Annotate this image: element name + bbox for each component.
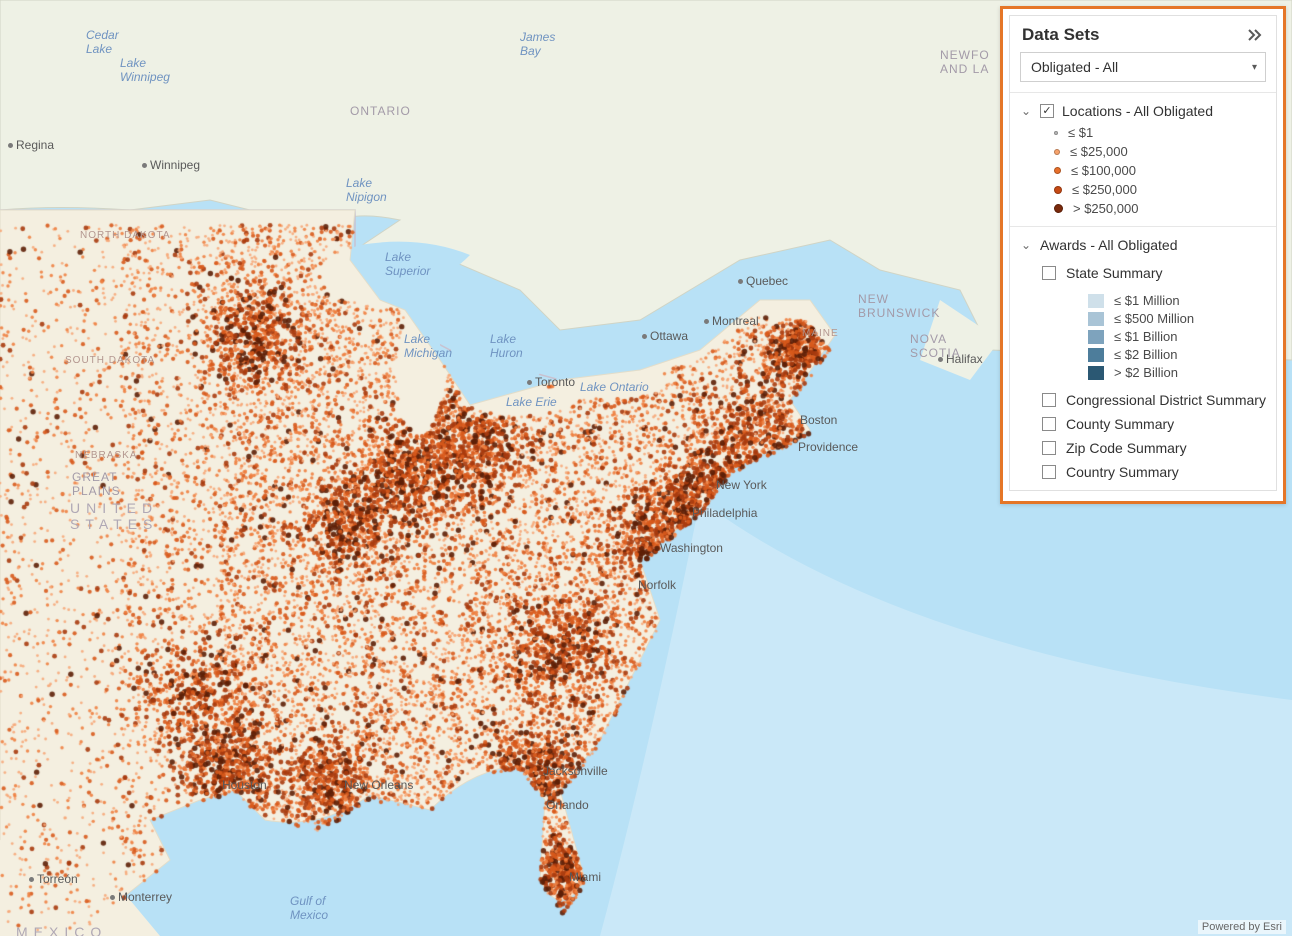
legend-dot-icon bbox=[1054, 149, 1060, 155]
legend-swatch-icon bbox=[1088, 294, 1104, 308]
legend-row: ≤ $1 Billion bbox=[1088, 329, 1266, 344]
legend-dot-icon bbox=[1054, 167, 1061, 174]
locations-checkbox[interactable] bbox=[1040, 104, 1054, 118]
legend-dot-icon bbox=[1054, 204, 1063, 213]
legend-dot-icon bbox=[1054, 186, 1062, 194]
legend-row: > $250,000 bbox=[1054, 201, 1266, 216]
awards-title: Awards - All Obligated bbox=[1040, 237, 1177, 253]
legend-label: ≤ $1 Million bbox=[1114, 293, 1180, 308]
legend-label: ≤ $250,000 bbox=[1072, 182, 1137, 197]
awards-header[interactable]: ⌄ Awards - All Obligated bbox=[1020, 235, 1266, 259]
sublayer-row[interactable]: Congressional District Summary bbox=[1042, 392, 1266, 408]
legend-label: > $250,000 bbox=[1073, 201, 1138, 216]
legend-label: ≤ $100,000 bbox=[1071, 163, 1136, 178]
sublayer-row[interactable]: Country Summary bbox=[1042, 464, 1266, 480]
sublayer-row[interactable]: Zip Code Summary bbox=[1042, 440, 1266, 456]
legend-dot-icon bbox=[1054, 131, 1058, 135]
state-summary-legend: ≤ $1 Million ≤ $500 Million ≤ $1 Billion ≤ … bbox=[1042, 293, 1266, 380]
legend-row: > $2 Billion bbox=[1088, 365, 1266, 380]
locations-header[interactable]: ⌄ Locations - All Obligated bbox=[1020, 101, 1266, 125]
sublayer-row[interactable]: County Summary bbox=[1042, 416, 1266, 432]
awards-section: ⌄ Awards - All Obligated State Summary ≤ … bbox=[1010, 226, 1276, 490]
legend-row: ≤ $2 Billion bbox=[1088, 347, 1266, 362]
legend-label: > $2 Billion bbox=[1114, 365, 1178, 380]
legend-label: ≤ $1 bbox=[1068, 125, 1093, 140]
collapse-panel-button[interactable] bbox=[1244, 24, 1266, 46]
legend-row: ≤ $1 Million bbox=[1088, 293, 1266, 308]
legend-label: ≤ $500 Million bbox=[1114, 311, 1194, 326]
locations-section: ⌄ Locations - All Obligated ≤ $1 ≤ $25,00… bbox=[1010, 92, 1276, 226]
locations-legend: ≤ $1 ≤ $25,000 ≤ $100,000 ≤ $250,000 > $250,… bbox=[1020, 125, 1266, 216]
map-attribution: Powered by Esri bbox=[1198, 920, 1286, 934]
sublayer-checkbox[interactable] bbox=[1042, 266, 1056, 280]
chevron-down-icon: ⌄ bbox=[1020, 104, 1032, 118]
legend-row: ≤ $500 Million bbox=[1088, 311, 1266, 326]
legend-swatch-icon bbox=[1088, 312, 1104, 326]
awards-sublayers: State Summary≤ $1 Million≤ $500 Million≤… bbox=[1020, 265, 1266, 480]
sublayer-checkbox[interactable] bbox=[1042, 441, 1056, 455]
sublayer-label: Zip Code Summary bbox=[1066, 440, 1187, 456]
legend-label: ≤ $1 Billion bbox=[1114, 329, 1178, 344]
legend-label: ≤ $2 Billion bbox=[1114, 347, 1178, 362]
panel-title: Data Sets bbox=[1022, 25, 1099, 45]
chevrons-right-icon bbox=[1247, 28, 1263, 42]
legend-swatch-icon bbox=[1088, 366, 1104, 380]
data-sets-panel: Data Sets Obligated - All ▾ ⌄ Locations … bbox=[1000, 6, 1286, 504]
map-viewport[interactable]: ReginaWinnipegQuebecMontrealOttawaToront… bbox=[0, 0, 1292, 936]
legend-row: ≤ $25,000 bbox=[1054, 144, 1266, 159]
sublayer-checkbox[interactable] bbox=[1042, 465, 1056, 479]
chevron-down-icon: ⌄ bbox=[1020, 238, 1032, 252]
sublayer-label: Congressional District Summary bbox=[1066, 392, 1266, 408]
dataset-dropdown[interactable]: Obligated - All ▾ bbox=[1020, 52, 1266, 82]
sublayer-label: County Summary bbox=[1066, 416, 1174, 432]
legend-row: ≤ $100,000 bbox=[1054, 163, 1266, 178]
legend-row: ≤ $1 bbox=[1054, 125, 1266, 140]
sublayer-label: State Summary bbox=[1066, 265, 1162, 281]
dataset-dropdown-value: Obligated - All bbox=[1031, 59, 1118, 75]
caret-down-icon: ▾ bbox=[1252, 62, 1257, 73]
legend-row: ≤ $250,000 bbox=[1054, 182, 1266, 197]
legend-label: ≤ $25,000 bbox=[1070, 144, 1128, 159]
sublayer-label: Country Summary bbox=[1066, 464, 1179, 480]
sublayer-row[interactable]: State Summary bbox=[1042, 265, 1266, 281]
locations-title: Locations - All Obligated bbox=[1062, 103, 1213, 119]
sublayer-checkbox[interactable] bbox=[1042, 417, 1056, 431]
legend-swatch-icon bbox=[1088, 348, 1104, 362]
sublayer-checkbox[interactable] bbox=[1042, 393, 1056, 407]
legend-swatch-icon bbox=[1088, 330, 1104, 344]
